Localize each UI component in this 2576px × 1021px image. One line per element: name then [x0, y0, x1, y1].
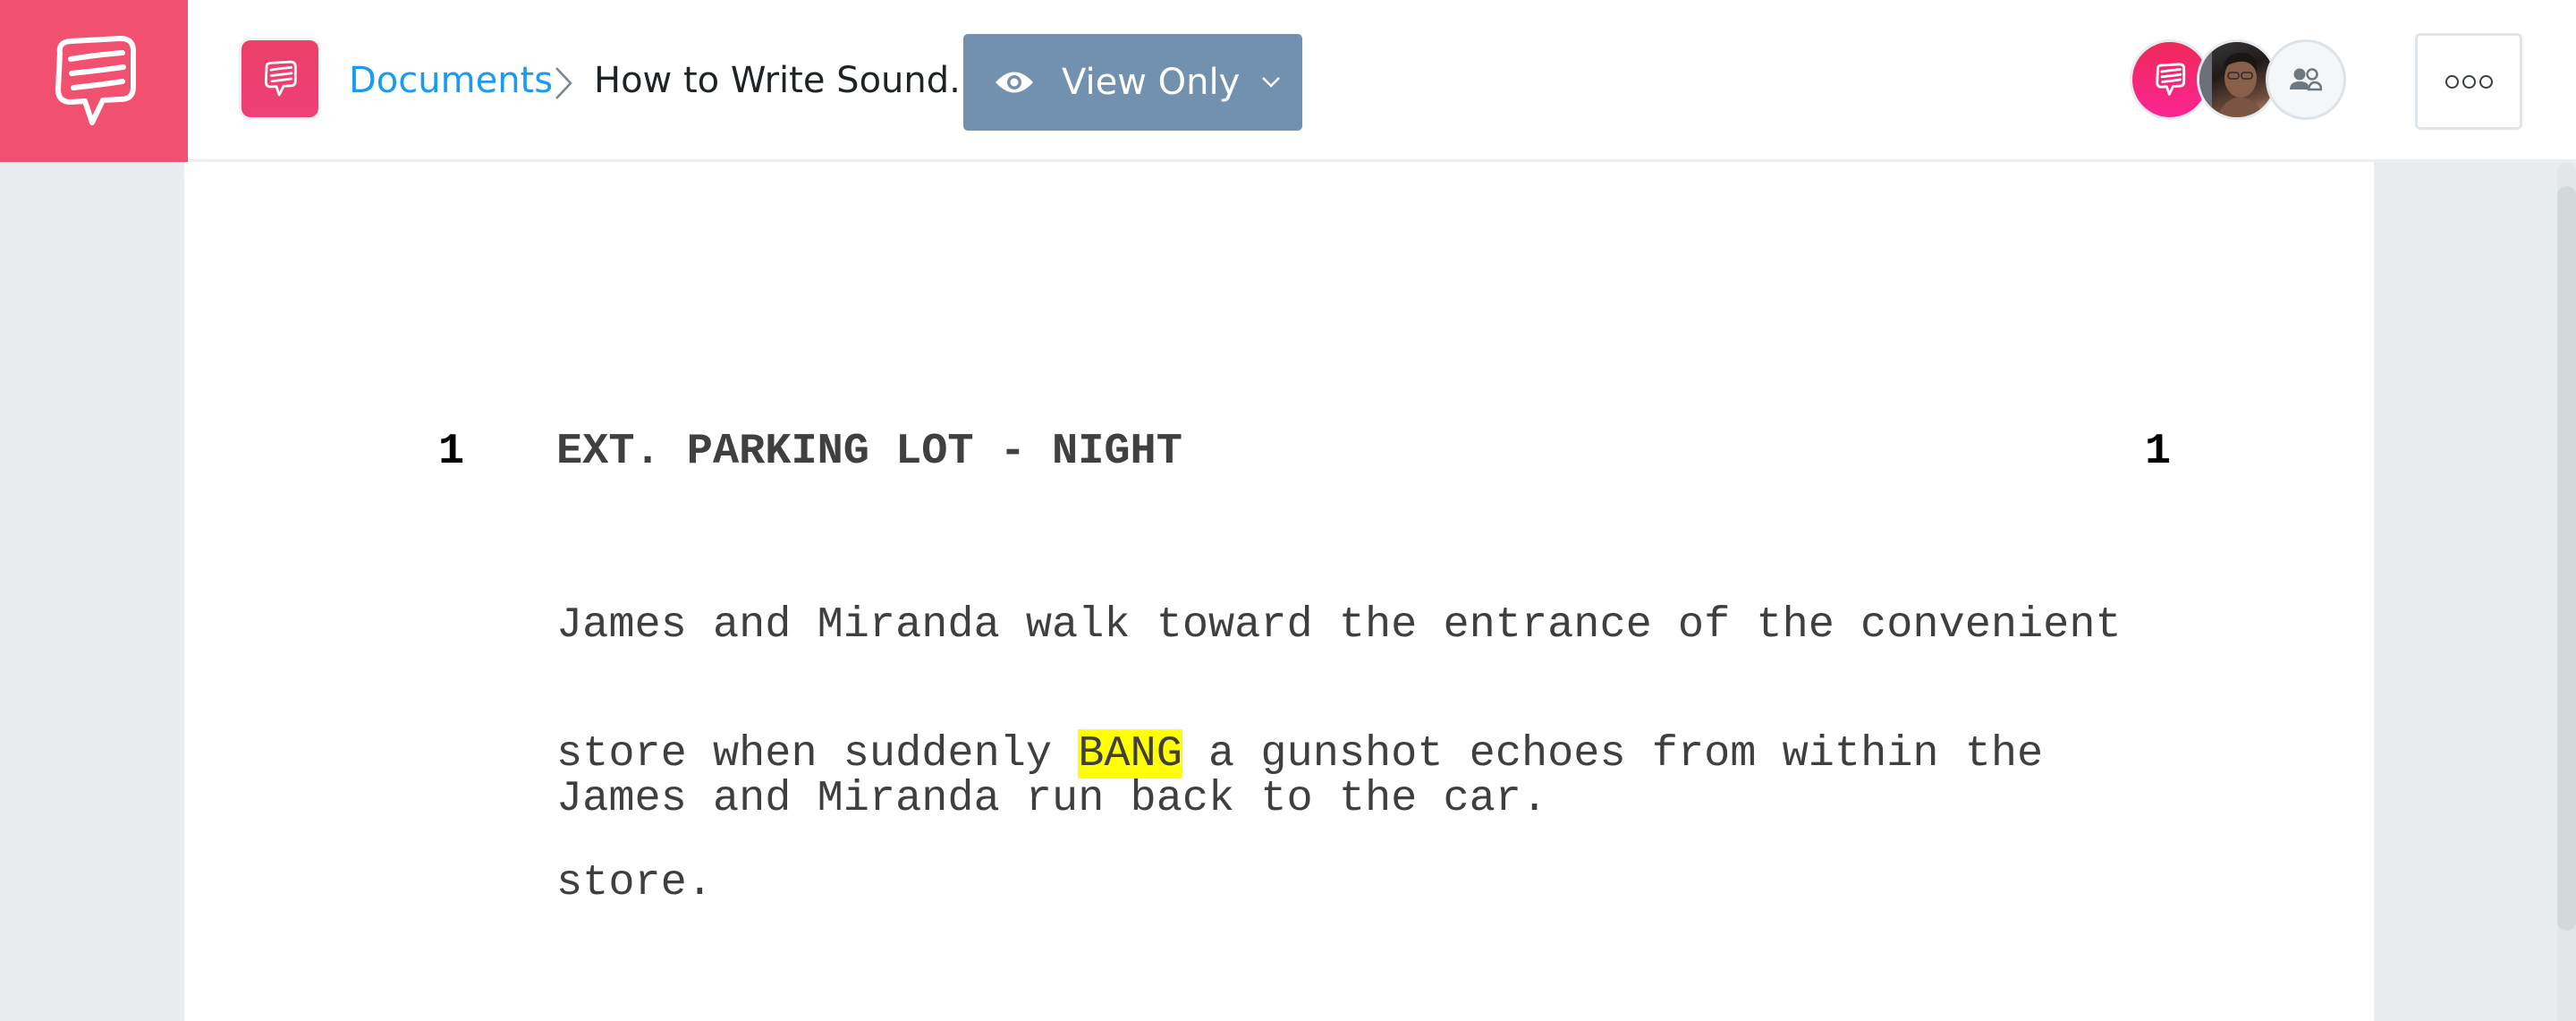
app-logo[interactable]: [0, 0, 188, 162]
chat-bubble-lines-icon: [264, 60, 297, 97]
action-line: James and Miranda run back to the car.: [556, 774, 1548, 823]
view-mode-dropdown[interactable]: View Only: [963, 34, 1302, 131]
scrollbar-thumb[interactable]: [2557, 186, 2576, 931]
users-icon: [2290, 68, 2322, 91]
collaborator-avatars: [2130, 39, 2346, 120]
view-mode-label: View Only: [1062, 62, 1241, 103]
more-options-button[interactable]: [2415, 33, 2522, 130]
chat-bubble-lines-icon: [55, 35, 136, 125]
scene-number-left: 1: [438, 427, 465, 476]
eye-icon: [996, 72, 1033, 93]
breadcrumb-documents-link[interactable]: Documents: [349, 55, 553, 106]
document-type-icon[interactable]: [242, 40, 318, 117]
more-dots-icon: [2444, 74, 2495, 89]
user-photo-icon: [2199, 42, 2264, 117]
breadcrumb-current-document: How to Write Sound..: [594, 60, 972, 101]
action-paragraph: James and Miranda run back to the car.: [556, 692, 1547, 906]
top-bar: Documents How to Write Sound.. View Only: [0, 0, 2576, 162]
chat-bubble-lines-icon: [2156, 63, 2186, 96]
share-users-button[interactable]: [2266, 39, 2346, 120]
script-page: 1 EXT. PARKING LOT - NIGHT 1 James and M…: [184, 162, 2374, 1021]
scene-number-right: 1: [2145, 427, 2172, 476]
action-line: James and Miranda walk toward the entran…: [556, 600, 2122, 650]
scene-heading: EXT. PARKING LOT - NIGHT: [556, 427, 1182, 476]
chevron-down-icon: [1261, 76, 1281, 89]
chevron-right-icon: [555, 67, 572, 99]
